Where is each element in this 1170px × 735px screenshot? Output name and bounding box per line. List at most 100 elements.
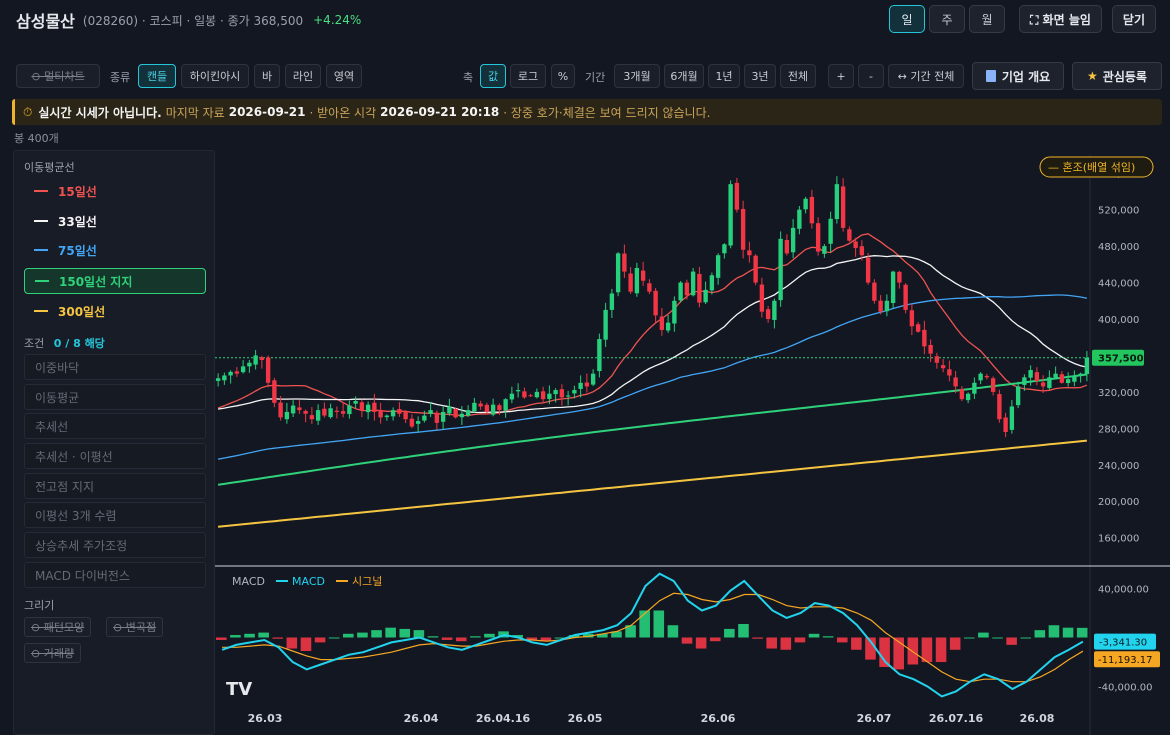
ma-item-15[interactable]: 15일선 bbox=[24, 178, 206, 204]
candle-body bbox=[640, 270, 646, 281]
candle-body bbox=[665, 322, 671, 331]
candle-body bbox=[465, 410, 471, 416]
candle-body bbox=[403, 411, 408, 420]
candle-body bbox=[909, 310, 915, 327]
condition-ma-convergence[interactable]: 이평선 3개 수렴 bbox=[24, 502, 206, 528]
macd-histogram-bar bbox=[343, 633, 354, 638]
macd-histogram-bar bbox=[738, 624, 749, 638]
condition-uptrend-pullback[interactable]: 상승추세 주가조정 bbox=[24, 532, 206, 558]
candle-body bbox=[222, 375, 227, 381]
y-tick-label: 240,000 bbox=[1098, 461, 1139, 472]
candle-body bbox=[965, 393, 971, 401]
ma-item-300[interactable]: 300일선 bbox=[24, 298, 206, 324]
candle-body bbox=[534, 391, 540, 398]
candle-body bbox=[715, 255, 721, 278]
candle-body bbox=[472, 402, 477, 412]
macd-histogram-bar bbox=[667, 625, 679, 638]
ma-label: 33일선 bbox=[58, 214, 97, 229]
candle-body bbox=[1078, 373, 1083, 376]
candle-body bbox=[228, 371, 233, 376]
candle-body bbox=[490, 404, 496, 415]
ma-label: 300일선 bbox=[58, 304, 106, 319]
condition-trendline[interactable]: 추세선 bbox=[24, 413, 206, 439]
candle-body bbox=[253, 355, 258, 365]
macd-histogram-bar bbox=[244, 633, 255, 638]
candle-body bbox=[759, 284, 765, 312]
y-tick-label: 280,000 bbox=[1098, 424, 1139, 435]
candle-body bbox=[803, 198, 808, 210]
ma-label: 75일선 bbox=[58, 243, 97, 258]
candle-body bbox=[1015, 386, 1021, 406]
macd-histogram-bar bbox=[780, 637, 792, 650]
ma-item-75[interactable]: 75일선 bbox=[24, 237, 206, 263]
candle-body bbox=[1028, 370, 1033, 378]
candle-body bbox=[497, 405, 502, 411]
candle-body bbox=[365, 404, 371, 413]
candle-body bbox=[459, 413, 465, 418]
macd-histogram-bar bbox=[1062, 627, 1074, 638]
macd-histogram-bar bbox=[385, 627, 396, 638]
line-swatch-icon bbox=[34, 310, 48, 312]
candle-body bbox=[372, 402, 377, 412]
candle-body bbox=[522, 391, 527, 398]
candle-body bbox=[609, 293, 615, 310]
macd-histogram-bar bbox=[681, 637, 693, 644]
macd-legend-macd: MACD bbox=[292, 575, 325, 588]
candle-body bbox=[397, 409, 402, 414]
candle-body bbox=[815, 223, 821, 252]
macd-histogram-bar bbox=[992, 637, 1003, 639]
macd-histogram-bar bbox=[935, 637, 947, 663]
candle-body bbox=[1040, 382, 1046, 387]
candle-body bbox=[1022, 377, 1027, 385]
condition-double-bottom[interactable]: 이중바닥 bbox=[24, 354, 206, 380]
macd-histogram-bar bbox=[441, 637, 453, 640]
condition-prior-high-support[interactable]: 전고점 지지 bbox=[24, 473, 206, 499]
macd-histogram-bar bbox=[484, 633, 495, 638]
macd-histogram-bar bbox=[1048, 625, 1060, 638]
y-tick-label: 200,000 bbox=[1098, 497, 1139, 508]
macd-histogram-bar bbox=[653, 610, 665, 638]
candle-body bbox=[247, 362, 252, 367]
candle-body bbox=[828, 218, 833, 244]
candle-body bbox=[790, 227, 796, 253]
macd-histogram-bar bbox=[949, 637, 961, 650]
line-swatch-icon bbox=[34, 249, 48, 251]
last-price-label: 357,500 bbox=[1098, 354, 1144, 365]
macd-histogram-bar bbox=[752, 637, 763, 639]
candle-body bbox=[934, 356, 940, 363]
macd-value-label: -3,341.30 bbox=[1099, 638, 1147, 649]
macd-tick-label: -40,000.00 bbox=[1098, 683, 1153, 694]
draw-inflection-toggle[interactable]: ⊖ 변곡점 bbox=[106, 617, 164, 637]
candle-body bbox=[1009, 406, 1015, 430]
condition-macd-divergence[interactable]: MACD 다이버전스 bbox=[24, 562, 206, 588]
condition-moving-average[interactable]: 이동평균 bbox=[24, 384, 206, 410]
macd-histogram-bar bbox=[314, 637, 326, 643]
macd-histogram-bar bbox=[230, 635, 241, 638]
candle-body bbox=[584, 382, 590, 387]
y-tick-label: 440,000 bbox=[1098, 279, 1139, 290]
macd-histogram-bar bbox=[272, 637, 284, 639]
macd-histogram-bar bbox=[300, 637, 312, 651]
candle-body bbox=[509, 393, 515, 400]
candle-body bbox=[709, 275, 715, 291]
candle-body bbox=[453, 408, 458, 418]
candle-body bbox=[415, 421, 421, 424]
macd-histogram-bar bbox=[1076, 627, 1088, 638]
draw-pattern-toggle[interactable]: ⊖ 패턴모양 bbox=[24, 617, 92, 637]
candle-body bbox=[303, 410, 308, 414]
macd-histogram-bar bbox=[724, 628, 735, 638]
macd-histogram-bar bbox=[851, 637, 862, 650]
candle-body bbox=[1053, 373, 1058, 378]
ma-item-150[interactable]: 150일선 지지 bbox=[24, 268, 206, 294]
draw-volume-toggle[interactable]: ⊖ 거래량 bbox=[24, 643, 82, 663]
y-tick-label: 520,000 bbox=[1098, 206, 1139, 217]
candle-body bbox=[515, 390, 521, 392]
macd-histogram-bar bbox=[413, 630, 425, 638]
macd-histogram-bar bbox=[794, 637, 806, 643]
candle-body bbox=[622, 253, 627, 272]
candle-body bbox=[578, 382, 583, 389]
candle-body bbox=[340, 411, 346, 414]
condition-count: 0 / 8 해당 bbox=[53, 337, 105, 350]
condition-trendline-ma[interactable]: 추세선 · 이평선 bbox=[24, 443, 206, 469]
ma-item-33[interactable]: 33일선 bbox=[24, 208, 206, 234]
